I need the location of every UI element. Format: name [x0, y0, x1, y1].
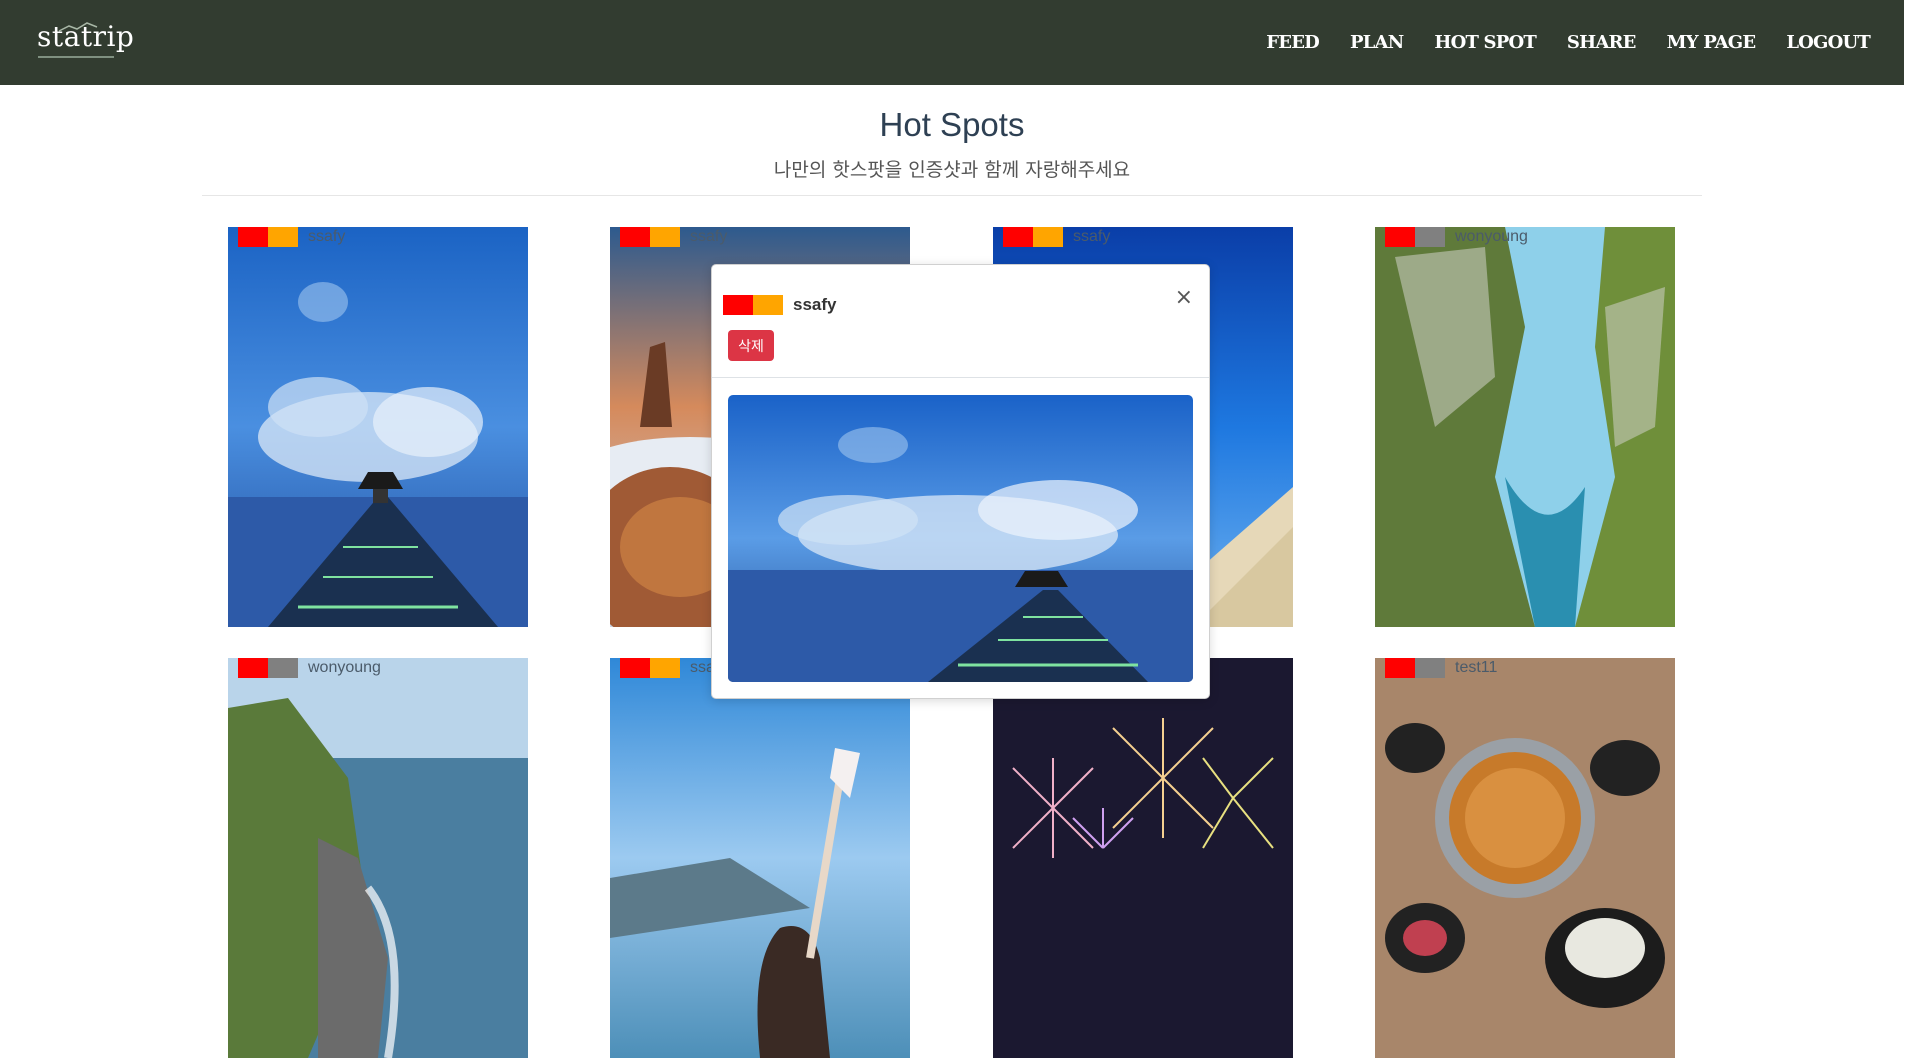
- header-divider: [202, 195, 1702, 196]
- hotspot-detail-modal: ssafy × 삭제: [711, 264, 1210, 699]
- main-nav: FEED PLAN HOT SPOT SHARE MY PAGE LOGOUT: [1266, 32, 1871, 53]
- card-username: wonyoung: [308, 659, 381, 676]
- hotspot-photo: [1375, 227, 1675, 627]
- user-badge: [238, 227, 298, 247]
- user-badge: [1385, 658, 1445, 678]
- user-badge: [1385, 227, 1445, 247]
- close-icon[interactable]: ×: [1175, 285, 1193, 310]
- hotspot-card[interactable]: test11: [1375, 658, 1675, 1058]
- nav-link-logout[interactable]: LOGOUT: [1786, 32, 1870, 53]
- card-username: test11: [1455, 659, 1498, 676]
- hotspot-photo: [1375, 658, 1675, 1058]
- nav-link-hot-spot[interactable]: HOT SPOT: [1434, 32, 1536, 53]
- card-username: ssafy: [308, 228, 346, 245]
- hotspot-photo: [610, 658, 910, 1058]
- user-badge: [620, 227, 680, 247]
- brand-logo[interactable]: statrip: [37, 20, 134, 53]
- modal-divider: [712, 377, 1209, 378]
- hotspot-photo: [993, 658, 1293, 1058]
- delete-button[interactable]: 삭제: [728, 330, 774, 361]
- hotspot-card[interactable]: wonyoung: [228, 658, 528, 1058]
- brand-underline: [38, 56, 114, 58]
- navbar: statrip FEED PLAN HOT SPOT SHARE MY PAGE…: [0, 0, 1904, 85]
- card-username: ssafy: [690, 228, 728, 245]
- user-badge: [620, 658, 680, 678]
- hotspot-card[interactable]: wonyoung: [1375, 227, 1675, 627]
- modal-username: ssafy: [793, 295, 837, 314]
- user-badge: [238, 658, 298, 678]
- hotspot-card[interactable]: ssafy: [610, 658, 910, 1058]
- page-title: Hot Spots: [879, 106, 1025, 143]
- nav-link-share[interactable]: SHARE: [1567, 32, 1636, 53]
- hotspot-photo: [228, 227, 528, 627]
- hotspot-card[interactable]: ssafy: [993, 658, 1293, 1058]
- nav-link-my-page[interactable]: MY PAGE: [1667, 32, 1757, 53]
- nav-link-feed[interactable]: FEED: [1266, 32, 1319, 53]
- card-username: ssafy: [1073, 228, 1111, 245]
- page-subtitle: 나만의 핫스팟을 인증샷과 함께 자랑해주세요: [773, 159, 1131, 181]
- nav-link-plan[interactable]: PLAN: [1350, 32, 1404, 53]
- user-badge: [723, 295, 783, 315]
- modal-photo: [728, 395, 1193, 682]
- hotspot-photo: [228, 658, 528, 1058]
- card-username: wonyoung: [1455, 228, 1528, 245]
- hotspot-card[interactable]: ssafy: [228, 227, 528, 627]
- user-badge: [1003, 227, 1063, 247]
